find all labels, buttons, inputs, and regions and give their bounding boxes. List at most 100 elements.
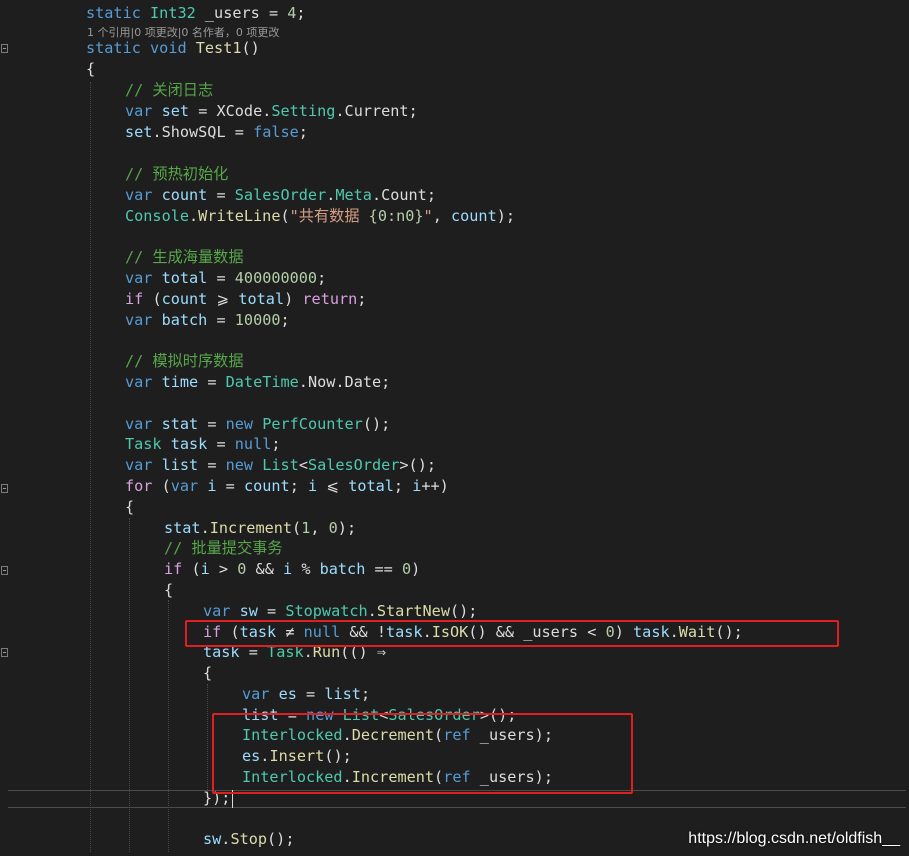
operator: = — [216, 186, 226, 204]
code-line[interactable]: Console.WriteLine("共有数据 {0:n0}", count); — [125, 206, 515, 227]
punctuation: . — [335, 373, 345, 391]
code-line[interactable]: var total = 400000000; — [125, 268, 326, 289]
code-line[interactable]: var sw = Stopwatch.StartNew(); — [203, 601, 477, 622]
code-line[interactable]: Task task = null; — [125, 434, 281, 455]
keyword: void — [150, 39, 187, 57]
indent-guide — [207, 684, 208, 796]
operator: > — [218, 560, 229, 578]
code-line[interactable]: var set = XCode.Setting.Current; — [125, 101, 418, 122]
property-name: Now — [307, 373, 336, 391]
punctuation: >(); — [399, 456, 436, 474]
punctuation: ; — [298, 123, 308, 141]
code-line[interactable]: set.ShowSQL = false; — [125, 122, 308, 143]
number-literal: 10000 — [234, 311, 281, 329]
keyword: var — [125, 456, 153, 474]
punctuation: . — [200, 519, 210, 537]
string-literal: " — [423, 207, 433, 225]
code-line[interactable]: var es = list; — [242, 684, 370, 705]
comment-line[interactable]: // 模拟时序数据 — [125, 351, 244, 372]
local-variable: stat — [161, 415, 199, 433]
collapse-toggle-icon[interactable] — [1, 566, 8, 575]
code-line[interactable]: stat.Increment(1, 0); — [164, 518, 356, 539]
number-literal: 0 — [328, 519, 338, 537]
operator: = — [207, 415, 217, 433]
code-line[interactable]: if (i > 0 && i % batch == 0) — [164, 559, 420, 580]
local-variable: count — [451, 207, 497, 225]
keyword: var — [125, 311, 153, 329]
operator: ⩾ — [216, 290, 230, 308]
punctuation: ; — [426, 186, 436, 204]
local-variable: es — [278, 685, 297, 703]
local-variable: i — [200, 560, 210, 578]
keyword: var — [203, 602, 231, 620]
punctuation: . — [189, 207, 199, 225]
collapse-toggle-icon[interactable] — [1, 484, 8, 493]
control-keyword: return — [302, 290, 358, 308]
punctuation: ; — [408, 102, 418, 120]
keyword: static — [86, 39, 141, 57]
local-variable: count — [161, 290, 208, 308]
punctuation: ; — [271, 435, 281, 453]
code-line[interactable]: static Int32 _users = 4; — [86, 3, 306, 24]
type-name: DateTime — [225, 373, 299, 391]
comment-line[interactable]: // 生成海量数据 — [125, 247, 244, 268]
type-name: List — [262, 456, 299, 474]
operator: = — [306, 685, 316, 703]
watermark: https://blog.csdn.net/oldfish__ — [688, 830, 900, 847]
keyword: var — [125, 373, 153, 391]
code-line[interactable]: var list = new List<SalesOrder>(); — [125, 455, 436, 476]
code-line[interactable]: var stat = new PerfCounter(); — [125, 414, 390, 435]
local-variable: i — [308, 477, 318, 495]
comment-line[interactable]: // 预热初始化 — [125, 164, 228, 185]
local-variable: time — [161, 373, 199, 391]
collapse-toggle-icon[interactable] — [1, 44, 8, 53]
local-variable: list — [161, 456, 199, 474]
code-line[interactable]: { — [203, 663, 212, 684]
method-name: StartNew — [376, 602, 450, 620]
code-line[interactable]: var time = DateTime.Now.Date; — [125, 372, 390, 393]
code-line[interactable]: var count = SalesOrder.Meta.Count; — [125, 185, 436, 206]
code-line[interactable]: if (count ⩾ total) return; — [125, 289, 366, 310]
comment-line[interactable]: // 关闭日志 — [125, 80, 213, 101]
number-literal: 0 — [237, 560, 247, 578]
code-line[interactable]: { — [164, 580, 173, 601]
punctuation: ) — [284, 290, 294, 308]
keyword: var — [125, 102, 153, 120]
local-variable: sw — [203, 830, 222, 848]
punctuation: ); — [337, 519, 357, 537]
method-name: Test1 — [195, 39, 242, 57]
punctuation: . — [335, 102, 345, 120]
code-line[interactable]: { — [86, 59, 95, 80]
operator: = — [216, 269, 226, 287]
keyword: static — [86, 4, 141, 22]
type-name: Setting — [271, 102, 336, 120]
collapse-toggle-icon[interactable] — [1, 648, 8, 657]
operator: = — [268, 4, 279, 22]
local-variable: stat — [164, 519, 201, 537]
code-line[interactable]: var batch = 10000; — [125, 310, 290, 331]
local-variable: task — [170, 435, 208, 453]
punctuation: ; — [289, 477, 299, 495]
punctuation: . — [367, 602, 377, 620]
type-name: Int32 — [150, 4, 196, 22]
code-line[interactable]: for (var i = count; i ⩽ total; i++) — [125, 476, 449, 497]
punctuation: < — [298, 456, 308, 474]
operator: = — [207, 373, 217, 391]
code-line[interactable]: sw.Stop(); — [203, 829, 294, 850]
punctuation: (); — [362, 415, 391, 433]
method-name: Increment — [209, 519, 293, 537]
punctuation: ( — [152, 290, 162, 308]
comment-line[interactable]: // 批量提交事务 — [164, 538, 283, 559]
code-line[interactable]: { — [125, 497, 134, 518]
operator: && — [255, 560, 274, 578]
local-variable: total — [348, 477, 394, 495]
number-literal: 1 — [301, 519, 311, 537]
punctuation: , — [310, 519, 329, 537]
punctuation: . — [371, 186, 382, 204]
code-line[interactable]: static void Test1() — [86, 38, 260, 59]
operator: ⩽ — [326, 477, 340, 495]
control-keyword: for — [125, 477, 153, 495]
code-editor[interactable]: static Int32 _users = 4; 1 个引用|0 项更改|0 名… — [0, 0, 909, 856]
format-item: {0:n0} — [368, 207, 424, 225]
local-variable: total — [161, 269, 208, 287]
